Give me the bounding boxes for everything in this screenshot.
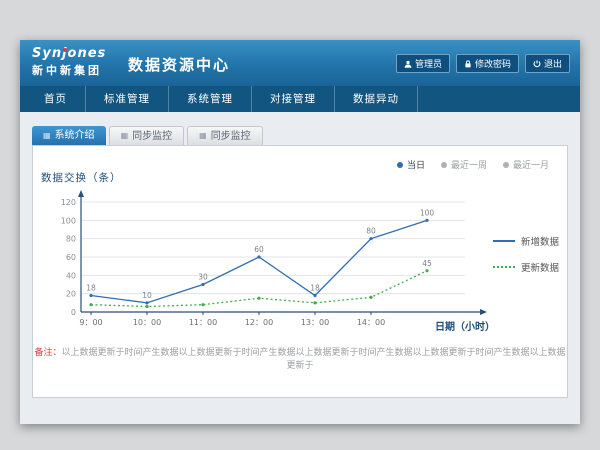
logo: Synjones 新中新集团 [32,46,106,78]
nav-item-system-mgmt[interactable]: 系统管理 [169,86,252,112]
dotted-line-icon [493,266,515,268]
app-header: Synjones 新中新集团 数据资源中心 管理员 修改密码 [20,40,580,86]
legend-new-data-label: 新增数据 [521,234,559,248]
solid-line-icon [493,240,515,242]
admin-button-label: 管理员 [415,57,442,70]
range-option-today-label: 当日 [407,158,425,171]
logo-company-name: 新中新集团 [32,62,106,78]
svg-text:30: 30 [198,273,208,282]
lock-icon [464,60,472,68]
footnote-label: 备注： [34,348,61,358]
dot-icon [441,162,447,168]
tab-sync-monitor-2[interactable]: ▦ 同步监控 [187,126,263,145]
range-option-last-week-label: 最近一周 [451,158,487,171]
y-axis-title: 数据交换（条） [41,170,122,185]
x-axis-title: 日期（小时） [435,318,495,333]
chart-panel: 当日 最近一周 最近一月 数据交换（条） 0 20 40 60 80 100 120 9：00… [32,145,568,398]
tab-system-intro-label: 系统介绍 [55,126,95,145]
svg-text:100: 100 [61,216,76,225]
svg-text:12：00: 12：00 [245,318,273,327]
svg-text:60: 60 [254,245,264,254]
grid-icon: ▦ [43,132,51,140]
svg-text:10: 10 [142,291,152,300]
nav-item-connect-mgmt[interactable]: 对接管理 [252,86,335,112]
tab-sync-monitor-1[interactable]: ▦ 同步监控 [109,126,185,145]
content-area: ▦ 系统介绍 ▦ 同步监控 ▦ 同步监控 当日 最近一周 [20,112,580,424]
legend-new-data[interactable]: 新增数据 [493,234,559,248]
change-password-button[interactable]: 修改密码 [456,54,519,73]
svg-text:20: 20 [66,290,76,299]
range-option-last-month-label: 最近一月 [513,158,549,171]
logo-wordmark: Synjones [32,46,106,61]
power-icon [533,60,541,68]
svg-text:13：00: 13：00 [301,318,329,327]
nav-item-standard-mgmt[interactable]: 标准管理 [86,86,169,112]
legend-update-data[interactable]: 更新数据 [493,260,559,274]
tab-bar: ▦ 系统介绍 ▦ 同步监控 ▦ 同步监控 [32,126,263,145]
svg-text:14：00: 14：00 [357,318,385,327]
tab-sync-monitor-1-label: 同步监控 [132,127,172,146]
logout-button-label: 退出 [544,57,562,70]
line-chart: 0 20 40 60 80 100 120 9：00 10：00 11：00 12：00 13：00 1… [45,188,495,338]
range-option-last-month[interactable]: 最近一月 [503,158,549,171]
logout-button[interactable]: 退出 [525,54,570,73]
footnote: 备注：以上数据更新于时间产生数据以上数据更新于时间产生数据以上数据更新于时间产生… [33,345,567,371]
svg-text:11：00: 11：00 [189,318,217,327]
svg-text:100: 100 [420,208,435,217]
dot-icon [503,162,509,168]
svg-text:0: 0 [71,308,76,317]
main-nav: 首页 标准管理 系统管理 对接管理 数据异动 [20,86,580,112]
change-password-button-label: 修改密码 [475,57,511,70]
svg-text:120: 120 [61,198,76,207]
footnote-text: 以上数据更新于时间产生数据以上数据更新于时间产生数据以上数据更新于时间产生数据以… [62,348,566,371]
svg-text:10：00: 10：00 [133,318,161,327]
admin-button[interactable]: 管理员 [396,54,450,73]
time-range-legend: 当日 最近一周 最近一月 [397,158,549,171]
tab-system-intro[interactable]: ▦ 系统介绍 [32,126,106,145]
svg-text:9：00: 9：00 [79,318,102,327]
nav-item-home[interactable]: 首页 [26,86,86,112]
header-actions: 管理员 修改密码 退出 [396,54,570,73]
tab-sync-monitor-2-label: 同步监控 [211,127,251,146]
svg-text:45: 45 [422,259,432,268]
svg-text:40: 40 [66,271,76,280]
legend-update-data-label: 更新数据 [521,260,559,274]
range-option-today[interactable]: 当日 [397,158,425,171]
dot-icon [397,162,403,168]
grid-icon: ▦ [199,132,207,140]
grid-icon: ▦ [121,132,129,140]
app-window: Synjones 新中新集团 数据资源中心 管理员 修改密码 [20,40,580,424]
svg-text:80: 80 [66,235,76,244]
series-legend: 新增数据 更新数据 [493,234,559,286]
svg-text:18: 18 [310,284,320,293]
svg-text:18: 18 [86,284,96,293]
svg-text:80: 80 [366,227,376,236]
svg-text:60: 60 [66,253,76,262]
user-icon [404,60,412,68]
range-option-last-week[interactable]: 最近一周 [441,158,487,171]
page-title: 数据资源中心 [128,54,230,75]
nav-item-data-change[interactable]: 数据异动 [335,86,418,112]
logo-red-dot-icon [63,48,67,52]
